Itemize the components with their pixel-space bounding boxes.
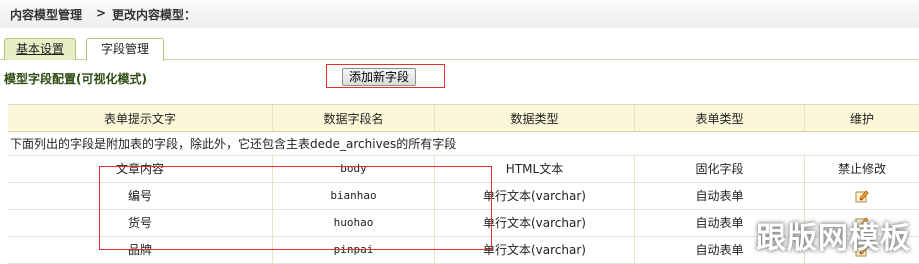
section-title: 模型字段配置(可视化模式) [4, 72, 147, 86]
annotation-box-rows [99, 166, 492, 250]
row-action-text: 禁止修改 [837, 162, 886, 176]
header-action: 维护 [849, 111, 874, 126]
fields-table: 表单提示文字 数据字段名 数据类型 表单类型 维护 下面列出的字段是附加表的字段… [8, 104, 919, 264]
header-label: 表单提示文字 [8, 105, 273, 131]
row-action [805, 182, 919, 209]
annotation-box-button [326, 64, 445, 88]
table-note: 下面列出的字段是附加表的字段，除此外，它还包含主表dede_archives的所… [10, 136, 457, 151]
tab-field-management[interactable]: 字段管理 [86, 38, 164, 61]
header-form: 表单类型 [635, 105, 805, 131]
row-form: 固化字段 [635, 155, 805, 182]
table-note-row: 下面列出的字段是附加表的字段，除此外，它还包含主表dede_archives的所… [8, 131, 919, 156]
table-header-row: 表单提示文字 数据字段名 数据类型 表单类型 维护 [8, 105, 919, 132]
header-field: 数据字段名 [273, 105, 435, 131]
edit-icon[interactable] [855, 189, 869, 203]
watermark-logo: 跟版网模板 [756, 221, 911, 256]
row-form: 自动表单 [635, 182, 805, 209]
breadcrumb-current: 更改内容模型： [112, 8, 197, 22]
breadcrumb: 内容模型管理 > 更改内容模型： [0, 0, 919, 29]
breadcrumb-separator: > [96, 6, 107, 20]
tab-basic-settings[interactable]: 基本设置 [4, 38, 76, 60]
breadcrumb-root[interactable]: 内容模型管理 [10, 6, 82, 23]
header-dtype: 数据类型 [435, 105, 635, 131]
